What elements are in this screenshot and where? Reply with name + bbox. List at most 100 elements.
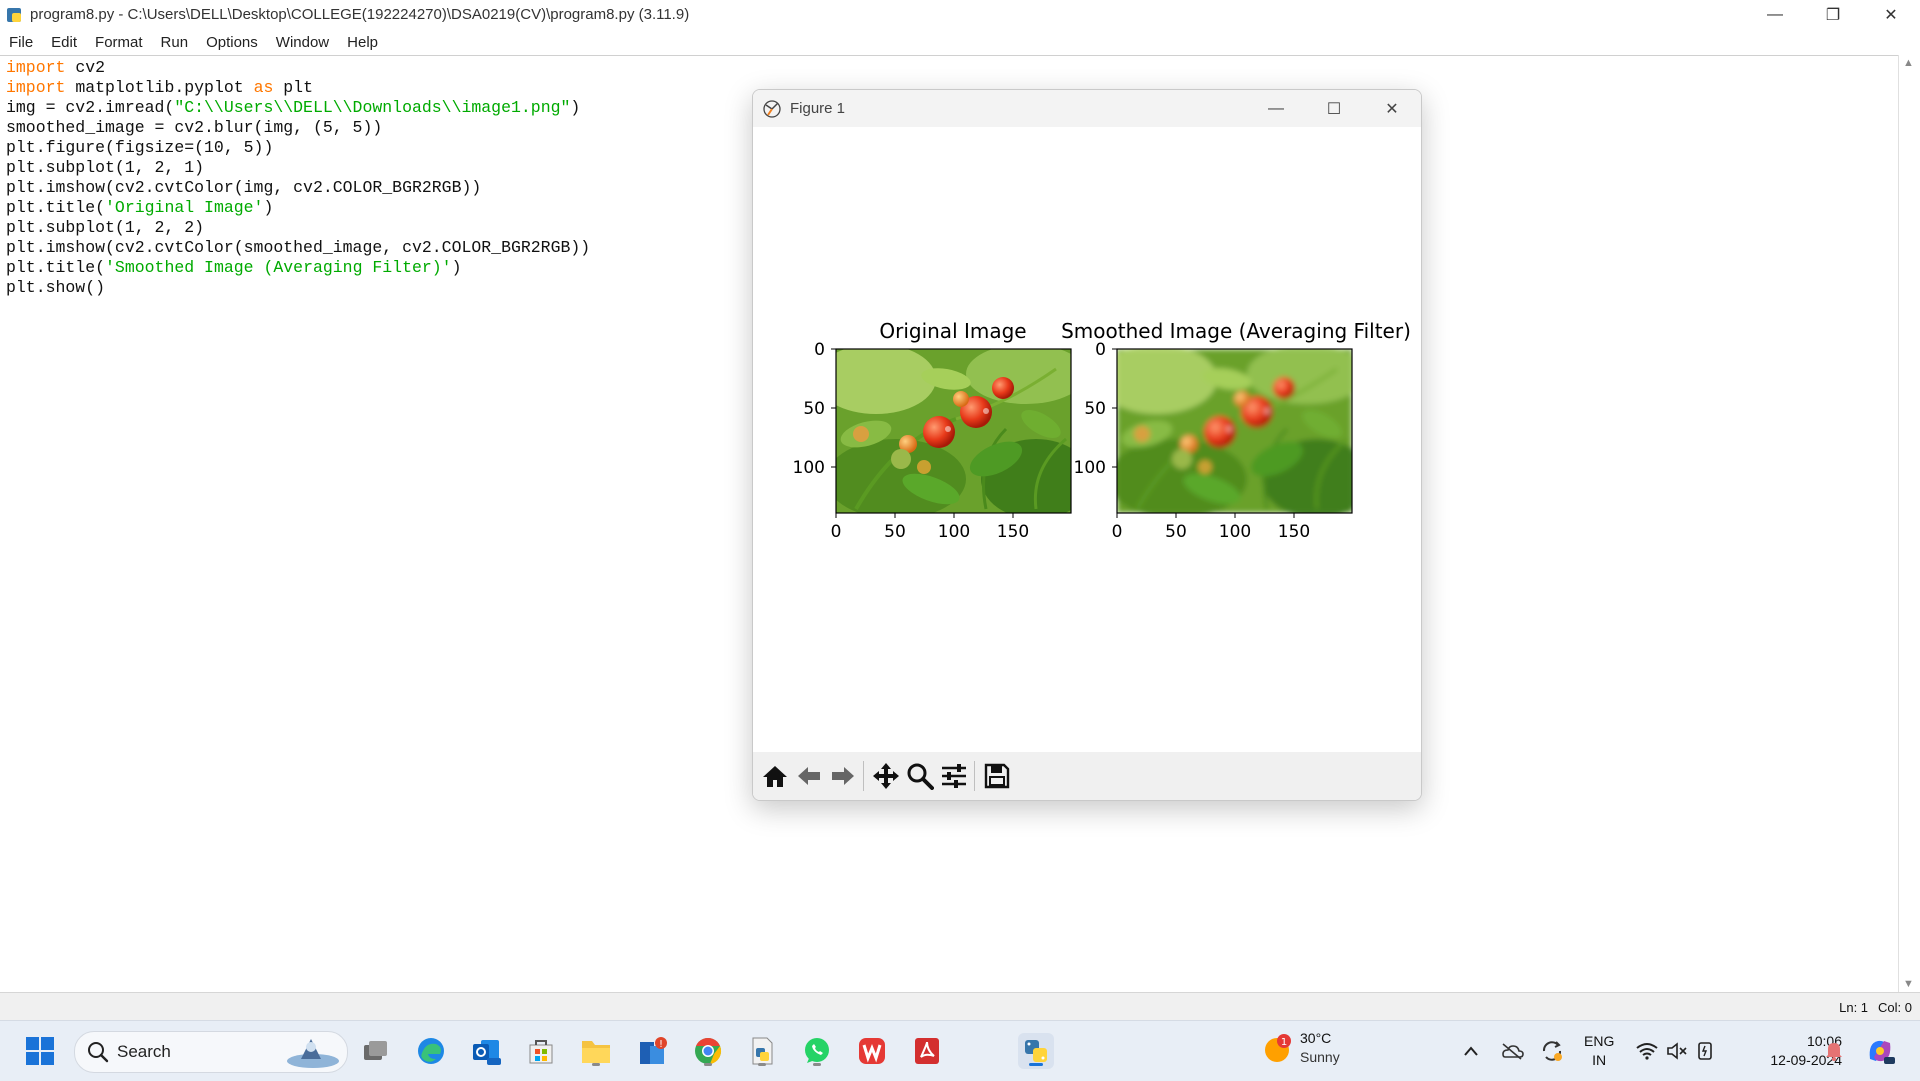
code-text[interactable]: import cv2 import matplotlib.pyplot as pl…: [6, 58, 590, 298]
code-line[interactable]: plt.figure(figsize=(10, 5)): [6, 138, 590, 158]
figure-close-button[interactable]: ✕: [1363, 90, 1421, 127]
code-keyword: import: [6, 58, 66, 77]
code-token: plt.subplot(1, 2, 1): [6, 158, 205, 177]
notification-bell-icon[interactable]: [1824, 1021, 1844, 1081]
menu-format[interactable]: Format: [86, 34, 152, 51]
pan-icon[interactable]: [870, 758, 902, 794]
code-token: plt.show(): [6, 278, 106, 297]
toolbar-separator: [974, 761, 975, 791]
search-icon: [88, 1042, 109, 1063]
code-line[interactable]: plt.imshow(cv2.cvtColor(img, cv2.COLOR_B…: [6, 178, 590, 198]
code-line[interactable]: plt.subplot(1, 2, 2): [6, 218, 590, 238]
close-button[interactable]: ✕: [1862, 0, 1920, 29]
running-indicator: [813, 1063, 821, 1066]
file-explorer-icon[interactable]: [578, 1033, 614, 1069]
x-tick-label: 0: [1112, 522, 1123, 542]
x-tick-label: 100: [1219, 522, 1251, 542]
menu-help[interactable]: Help: [338, 34, 387, 51]
code-line[interactable]: plt.subplot(1, 2, 1): [6, 158, 590, 178]
y-tick-label: 50: [803, 399, 825, 419]
menu-bar: File Edit Format Run Options Window Help: [0, 29, 1920, 55]
code-token: plt.title(: [6, 198, 106, 217]
weather-widget[interactable]: 1 30°C Sunny: [1262, 1029, 1340, 1067]
code-token: cv2: [65, 58, 106, 77]
copilot-icon[interactable]: [1864, 1021, 1896, 1081]
windows-start-icon[interactable]: [22, 1033, 58, 1069]
acrobat-icon[interactable]: [909, 1033, 945, 1069]
code-keyword: import: [6, 78, 66, 97]
running-indicator: [704, 1063, 712, 1066]
restore-button[interactable]: ❐: [1804, 0, 1862, 29]
code-token: matplotlib.pyplot: [65, 78, 254, 97]
code-token: plt.subplot(1, 2, 2): [6, 218, 205, 237]
microsoft-store-icon[interactable]: [523, 1033, 559, 1069]
figure-minimize-button[interactable]: —: [1247, 90, 1305, 127]
task-view-icon[interactable]: [358, 1033, 394, 1069]
sync-icon[interactable]: [1540, 1021, 1564, 1081]
configure-icon[interactable]: [938, 758, 970, 794]
wifi-icon[interactable]: [1636, 1021, 1658, 1081]
matplotlib-icon: [763, 99, 781, 118]
language-label: ENG: [1584, 1033, 1615, 1049]
x-tick-label: 100: [938, 522, 970, 542]
menu-options[interactable]: Options: [197, 34, 267, 51]
running-indicator: [758, 1063, 766, 1066]
zoom-icon[interactable]: [904, 758, 936, 794]
battery-icon[interactable]: [1696, 1021, 1718, 1081]
x-tick-label: 50: [884, 522, 906, 542]
smoothed-image: [1117, 349, 1352, 513]
minimize-button[interactable]: —: [1746, 0, 1804, 29]
onedrive-icon[interactable]: [1500, 1021, 1524, 1081]
vertical-scrollbar[interactable]: ▲ ▼: [1898, 55, 1920, 992]
weather-badge: 1: [1281, 1037, 1287, 1048]
x-tick-label: 150: [1278, 522, 1310, 542]
figure-window[interactable]: Figure 1 — ☐ ✕ Original Image 0 50 100 0…: [752, 89, 1422, 801]
taskbar-search[interactable]: Search: [74, 1031, 348, 1073]
scroll-up-icon[interactable]: ▲: [1903, 57, 1914, 69]
y-tick-label: 100: [793, 458, 825, 478]
back-icon[interactable]: [793, 758, 825, 794]
notes-app-icon[interactable]: !: [635, 1033, 671, 1069]
code-line[interactable]: plt.show(): [6, 278, 590, 298]
menu-file[interactable]: File: [0, 34, 42, 51]
toolbar-separator: [863, 761, 864, 791]
figure-canvas[interactable]: Original Image 0 50 100 0 50 100 150 Smo…: [753, 127, 1421, 752]
code-keyword: as: [253, 78, 274, 97]
code-line[interactable]: smoothed_image = cv2.blur(img, (5, 5)): [6, 118, 590, 138]
search-highlight-icon: [287, 1039, 339, 1068]
wps-office-icon[interactable]: [854, 1033, 890, 1069]
whatsapp-icon[interactable]: [799, 1033, 835, 1069]
edge-icon[interactable]: [413, 1033, 449, 1069]
weather-condition: Sunny: [1300, 1049, 1340, 1065]
scroll-down-icon[interactable]: ▼: [1903, 978, 1914, 990]
menu-window[interactable]: Window: [267, 34, 338, 51]
code-line[interactable]: img = cv2.imread("C:\\Users\\DELL\\Downl…: [6, 98, 590, 118]
forward-icon[interactable]: [827, 758, 859, 794]
code-token: plt.title(: [6, 258, 106, 277]
code-token: plt.figure(figsize=(10, 5)): [6, 138, 274, 157]
title-bar: program8.py - C:\Users\DELL\Desktop\COLL…: [0, 0, 1920, 29]
code-line[interactable]: plt.title('Original Image'): [6, 198, 590, 218]
home-icon[interactable]: [759, 758, 791, 794]
volume-muted-icon[interactable]: [1666, 1021, 1688, 1081]
figure-maximize-button[interactable]: ☐: [1305, 90, 1363, 127]
python-file-icon[interactable]: [744, 1033, 780, 1069]
code-line[interactable]: plt.title('Smoothed Image (Averaging Fil…: [6, 258, 590, 278]
menu-run[interactable]: Run: [152, 34, 198, 51]
weather-temp: 30°C: [1300, 1030, 1332, 1046]
menu-edit[interactable]: Edit: [42, 34, 86, 51]
code-token: plt.imshow(cv2.cvtColor(smoothed_image, …: [6, 238, 591, 257]
code-line[interactable]: import cv2: [6, 58, 590, 78]
code-token: plt.imshow(cv2.cvtColor(img, cv2.COLOR_B…: [6, 178, 482, 197]
show-hidden-icons[interactable]: [1463, 1021, 1479, 1081]
save-icon[interactable]: [981, 758, 1013, 794]
running-indicator: [1029, 1063, 1043, 1066]
code-line[interactable]: import matplotlib.pyplot as plt: [6, 78, 590, 98]
chrome-icon[interactable]: [690, 1033, 726, 1069]
column-number: Col: 0: [1878, 1000, 1912, 1015]
python-idle-taskbar-icon[interactable]: [1018, 1033, 1054, 1069]
code-line[interactable]: plt.imshow(cv2.cvtColor(smoothed_image, …: [6, 238, 590, 258]
outlook-icon[interactable]: [468, 1033, 504, 1069]
taskbar: Search ! 1 30°C Sunny ENG IN 10:06 12-09…: [0, 1020, 1920, 1081]
language-indicator[interactable]: ENG IN: [1584, 1032, 1614, 1070]
